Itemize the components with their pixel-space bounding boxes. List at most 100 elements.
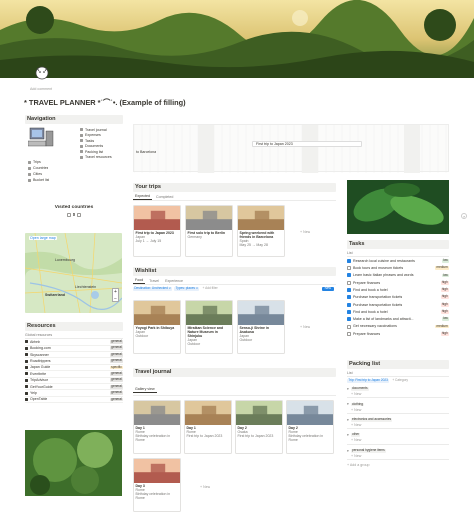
task-checkbox[interactable] [347,324,351,329]
wishlist-cover-image [134,301,180,325]
packing-new-item[interactable]: + New [351,454,449,458]
tab-experience[interactable]: Experience [163,278,185,284]
packing-group-header[interactable]: ▾ electronics and accessories [347,417,449,422]
tab-completed[interactable]: Completed [154,194,175,200]
new-wishlist-button[interactable]: + New [300,325,310,329]
page-icon [28,178,31,182]
chevron-down-icon[interactable]: ▾ [347,449,349,453]
filter-types[interactable]: Types: places ∨ [174,286,200,291]
carousel-next-button[interactable]: › [461,213,467,219]
task-checkbox[interactable] [347,309,351,314]
forest-image [25,430,122,496]
add-comment-link[interactable]: Add comment [30,87,52,91]
new-trip-button[interactable]: + New [300,230,310,234]
filter-destination[interactable]: Destination: Unchecked ∨ [133,286,173,291]
wishlist-card[interactable]: Miraikan Science and Nature Museum in Sh… [185,300,233,354]
task-item[interactable]: Book tours and museum tickets medium [347,265,449,272]
packing-group-header[interactable]: ▾ clothing [347,402,449,407]
journal-note: Birthday celebration in Rome [288,433,324,443]
task-priority-tag: high [440,294,449,300]
list-item[interactable]: OpenTable general [25,397,123,404]
journal-card[interactable]: Day 2 Rome Birthday celebration in Rome [286,400,334,454]
task-item[interactable]: Learn basic Italian phrases and words low [347,272,449,279]
trip-cover-image [134,206,180,230]
chevron-down-icon[interactable]: ▾ [347,433,349,437]
add-filter-button[interactable]: + Add filter [201,286,219,291]
add-group-button[interactable]: + Add a group [347,463,449,467]
task-checkbox[interactable] [347,288,351,293]
link-icon [25,385,28,389]
packing-view-tab[interactable]: List [347,371,449,375]
timeline-bar-japan[interactable]: First trip to Japan 2023 [252,141,362,148]
task-item[interactable]: Get necessary vaccinations medium [347,323,449,330]
nav-link-5[interactable]: Travel resources [80,155,124,161]
packing-group-header[interactable]: ▾ other [347,433,449,438]
task-checkbox[interactable] [347,273,351,278]
journal-card[interactable]: Day 3 Rome Birthday celebration in Rome [133,458,181,512]
wishlist-new-button[interactable]: New [321,286,334,291]
leaf-image [347,180,449,234]
new-journal-button[interactable]: + New [200,485,210,489]
task-checkbox[interactable] [347,317,351,322]
packing-group-header[interactable]: ▾ personal hygiene items [347,448,449,453]
map-zoom-controls[interactable]: + − [112,288,119,302]
tab-food[interactable]: Food [133,277,146,284]
task-priority-tag: low [441,272,449,278]
task-checkbox[interactable] [347,302,351,307]
task-item[interactable]: Find and book a hotel high [347,286,449,293]
task-checkbox[interactable] [347,266,351,271]
resource-name: OpenTable [30,397,48,402]
chevron-down-icon[interactable]: ▾ [347,418,349,422]
task-item[interactable]: Prepare finances high [347,279,449,286]
filter-category[interactable]: + Category [391,378,409,383]
wishlist-card[interactable]: Senso-ji Shrine in Asakusa Japan Outdoor [237,300,285,354]
journal-card[interactable]: Day 1 Rome Birthday celebration in Rome [133,400,181,454]
wishlist-card[interactable]: Yoyogi Park in Shibuya Japan Outdoor [133,300,181,354]
resource-name: Yelp [30,390,37,395]
task-checkbox[interactable] [347,295,351,300]
task-text-wrap: Make a list of landmarks and attracti... [347,317,414,322]
filter-trip[interactable]: Trip: First trip to Japan 2023 [347,378,390,383]
resource-name-wrap: Airbnb [25,340,40,344]
packing-new-item[interactable]: + New [351,392,449,396]
resource-name-wrap: Skyscanner [25,353,49,357]
nav-link-label: Tasks [85,138,95,143]
nav-link-left-3[interactable]: Bucket list [28,177,68,183]
map-embed[interactable]: Open large map Luxembourg Liechtenstein … [25,233,122,313]
chevron-down-icon[interactable]: ▾ [347,387,349,391]
wishlist-type: Outdoor [239,338,253,343]
nav-link-label: Bucket list [33,177,50,182]
task-checkbox[interactable] [347,331,351,336]
task-checkbox[interactable] [347,258,351,263]
chevron-down-icon[interactable]: ▾ [347,402,349,406]
task-checkbox[interactable] [347,280,351,285]
tab-travel[interactable]: Travel [147,278,161,284]
open-large-map-button[interactable]: Open large map [29,236,57,241]
task-item[interactable]: Research local cuisine and restaurants lo… [347,257,449,264]
tab-gallery-view[interactable]: Gallery view [133,386,157,393]
task-item[interactable]: Make a list of landmarks and attracti...… [347,316,449,323]
trip-card[interactable]: Spring weekend with friends in Barcelona… [237,205,285,257]
resources-view-tab[interactable]: Global resources [25,333,123,337]
packing-new-item[interactable]: + New [351,438,449,442]
visited-checkbox[interactable] [66,212,71,217]
page-icon[interactable] [34,64,50,80]
task-item[interactable]: Purchase transportation tickets high [347,294,449,301]
task-item[interactable]: Purchase transportation tickets high [347,301,449,308]
journal-card[interactable]: Day 1 Rome First trip to Japan 2023 [184,400,232,454]
trip-card[interactable]: First solo trip to Berlin Germany [185,205,233,257]
task-item[interactable]: Find and book a hotel high [347,308,449,315]
visited-checkbox-2[interactable] [77,212,82,217]
link-icon [25,359,28,363]
resource-name-wrap: GetYourGuide [25,385,53,389]
packing-new-item[interactable]: + New [351,408,449,412]
trip-dates: July 1 → July 15 [135,238,162,243]
task-item[interactable]: Prepare finances high [347,330,449,337]
packing-new-item[interactable]: + New [351,423,449,427]
packing-group-header[interactable]: ▾ documents [347,386,449,391]
trip-card[interactable]: First trip to Japan 2023 Japan July 1 → Ju… [133,205,181,257]
tab-expected[interactable]: Expected [133,193,152,200]
journal-card[interactable]: Day 2 Osaka First trip to Japan 2023 [235,400,283,454]
tasks-view-tab[interactable]: List [347,251,449,255]
page-icon [28,166,31,170]
